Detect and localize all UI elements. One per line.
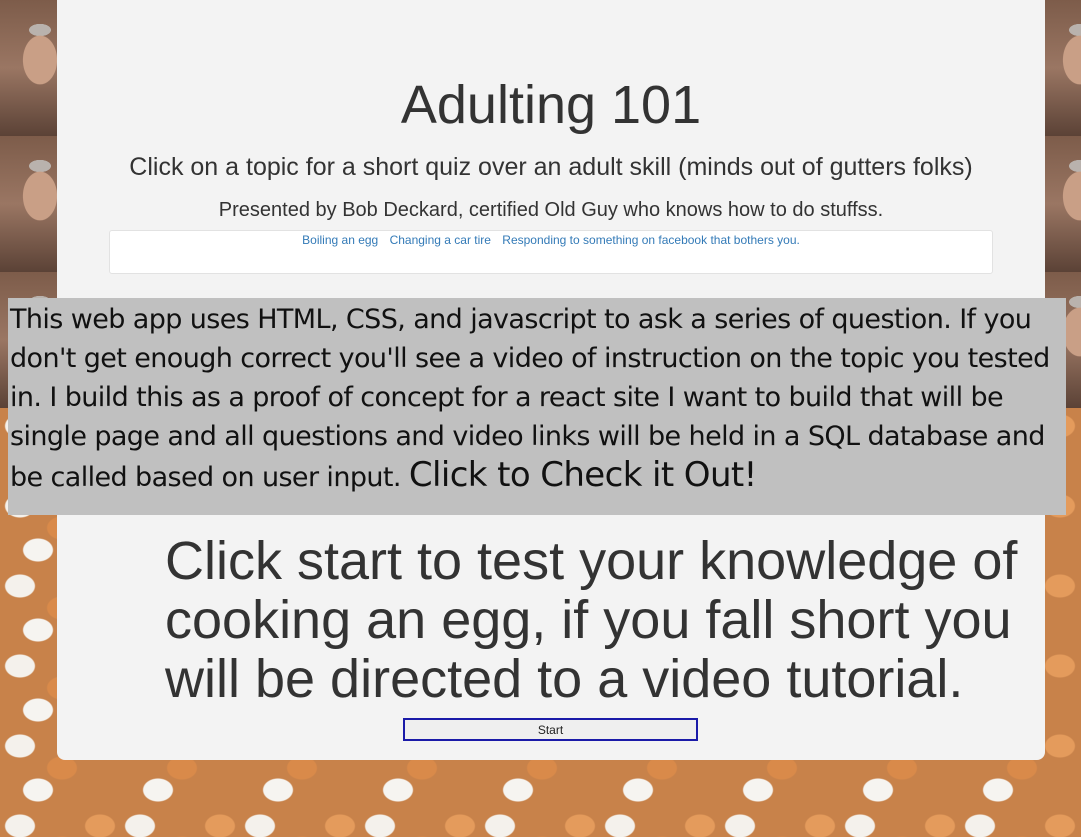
topic-link-facebook[interactable]: Responding to something on facebook that… [502,233,800,247]
page-title: Adulting 101 [400,75,702,135]
topic-link-boiling-egg[interactable]: Boiling an egg [302,233,378,247]
quiz-intro-text: Click start to test your knowledge of co… [165,531,1018,709]
start-button[interactable]: Start [403,718,698,741]
topic-nav: Boiling an egg Changing a car tire Respo… [109,230,993,274]
check-it-out-link[interactable]: Click to Check it Out! [409,455,757,495]
topic-link-car-tire[interactable]: Changing a car tire [390,233,491,247]
project-info-box: This web app uses HTML, CSS, and javascr… [8,298,1066,515]
page-subtitle: Click on a topic for a short quiz over a… [129,153,973,181]
presenter-line: Presented by Bob Deckard, certified Old … [218,199,884,221]
